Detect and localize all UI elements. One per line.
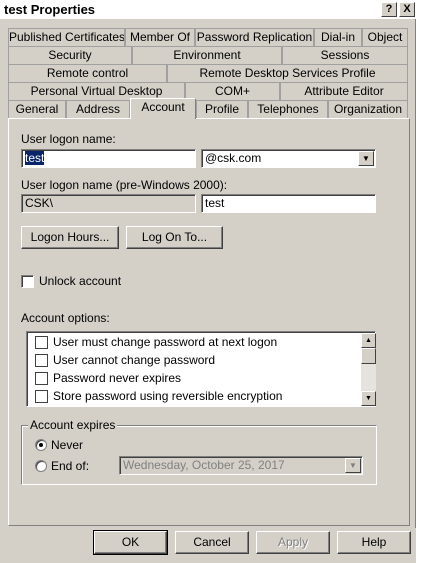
tab-environment[interactable]: Environment xyxy=(132,46,282,64)
tab-remote-desktop-services-profile[interactable]: Remote Desktop Services Profile xyxy=(167,64,408,82)
apply-label: Apply xyxy=(277,535,309,549)
log-on-to-label: Log On To... xyxy=(141,230,208,244)
tab-security[interactable]: Security xyxy=(8,46,132,64)
logon-hours-button[interactable]: Logon Hours... xyxy=(21,226,119,249)
pre2000-name-value: test xyxy=(205,196,225,210)
tab-published-certificates[interactable]: Published Certificates xyxy=(8,28,125,46)
option-checkbox[interactable] xyxy=(35,372,48,385)
window-title: test Properties xyxy=(4,2,96,17)
end-date-picker: Wednesday, October 25, 2017 ▼ xyxy=(119,456,363,475)
tab-sessions[interactable]: Sessions xyxy=(282,46,408,64)
pre2000-label: User logon name (pre-Windows 2000): xyxy=(21,178,228,192)
close-button[interactable]: X xyxy=(399,2,415,17)
scroll-up-icon[interactable]: ▲ xyxy=(361,333,376,348)
properties-dialog: test Properties ? X Published Certificat… xyxy=(0,0,416,563)
account-expires-group xyxy=(21,425,377,485)
tab-member-of[interactable]: Member Of xyxy=(125,28,195,46)
domain-select[interactable]: @csk.com ▼ xyxy=(201,149,376,168)
end-of-label: End of: xyxy=(51,459,90,473)
log-on-to-button[interactable]: Log On To... xyxy=(126,226,223,249)
account-expires-legend: Account expires xyxy=(28,418,118,432)
pre2000-domain-value: CSK\ xyxy=(25,196,54,210)
domain-value: @csk.com xyxy=(205,151,262,165)
unlock-account-label: Unlock account xyxy=(39,274,122,288)
chevron-down-icon[interactable]: ▼ xyxy=(358,151,374,166)
logon-name-value: test xyxy=(25,151,45,165)
ok-button[interactable]: OK xyxy=(93,530,168,555)
option-label: Store password using reversible encrypti… xyxy=(53,389,283,403)
cancel-button[interactable]: Cancel xyxy=(175,531,249,554)
option-checkbox[interactable] xyxy=(35,390,48,403)
end-date-value: Wednesday, October 25, 2017 xyxy=(123,458,285,472)
tab-telephones[interactable]: Telephones xyxy=(248,100,328,118)
logon-name-label: User logon name: xyxy=(21,132,116,146)
tab-object[interactable]: Object xyxy=(362,28,408,46)
help-label: Help xyxy=(361,535,387,549)
scroll-thumb[interactable] xyxy=(361,348,376,364)
tab-attribute-editor[interactable]: Attribute Editor xyxy=(280,82,408,100)
tab-account[interactable]: Account xyxy=(130,98,196,119)
option-label: User cannot change password xyxy=(53,353,216,367)
options-scrollbar[interactable]: ▲ ▼ xyxy=(361,333,376,406)
tab-address[interactable]: Address xyxy=(66,100,130,118)
tab-com-plus[interactable]: COM+ xyxy=(185,82,280,100)
option-label: Password never expires xyxy=(53,371,182,385)
unlock-account-checkbox[interactable] xyxy=(21,275,34,288)
tab-organization[interactable]: Organization xyxy=(328,100,408,118)
tab-profile[interactable]: Profile xyxy=(196,100,248,118)
cancel-label: Cancel xyxy=(193,535,231,549)
help-button[interactable]: ? xyxy=(381,2,397,17)
logon-name-input[interactable]: test xyxy=(21,149,196,168)
never-label: Never xyxy=(51,438,84,452)
title-bar[interactable]: test Properties ? X xyxy=(0,0,416,19)
end-of-radio[interactable] xyxy=(35,460,47,472)
never-radio[interactable] xyxy=(35,439,47,451)
radio-selected-icon xyxy=(39,443,43,447)
ok-label: OK xyxy=(121,535,140,549)
account-options-list[interactable]: User must change password at next logon … xyxy=(26,331,376,407)
help-dialog-button[interactable]: Help xyxy=(337,531,411,554)
close-icon: X xyxy=(403,3,411,15)
scroll-down-icon[interactable]: ▼ xyxy=(361,391,376,406)
logon-hours-label: Logon Hours... xyxy=(30,230,110,244)
chevron-down-icon: ▼ xyxy=(345,458,361,473)
tab-remote-control[interactable]: Remote control xyxy=(8,64,167,82)
tab-password-replication[interactable]: Password Replication xyxy=(195,28,314,46)
dialog-button-bar: OK Cancel Apply Help xyxy=(0,528,416,563)
tab-dial-in[interactable]: Dial-in xyxy=(314,28,362,46)
pre2000-name-input[interactable]: test xyxy=(201,194,376,213)
tab-general[interactable]: General xyxy=(8,100,66,118)
option-checkbox[interactable] xyxy=(35,336,48,349)
option-checkbox[interactable] xyxy=(35,354,48,367)
help-icon: ? xyxy=(385,3,393,15)
apply-button: Apply xyxy=(256,531,330,554)
pre2000-domain-field: CSK\ xyxy=(21,194,196,213)
account-options-label: Account options: xyxy=(21,311,110,325)
option-label: User must change password at next logon xyxy=(53,335,278,349)
